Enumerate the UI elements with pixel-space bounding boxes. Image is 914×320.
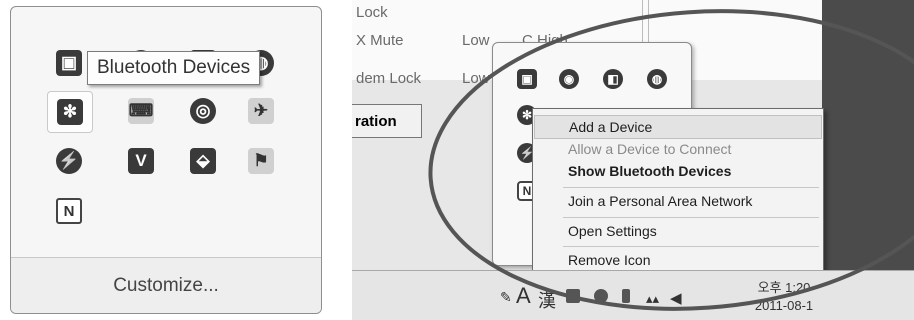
bg-low2-label: Low	[462, 70, 490, 87]
power-icon: ⚡	[56, 148, 82, 174]
wireless-icon: ◎	[190, 98, 216, 124]
clock-time: 오후 1:20	[757, 280, 811, 295]
divider	[648, 0, 649, 48]
menu-separator	[563, 217, 819, 218]
bg-ration-button: ration	[352, 104, 422, 138]
taskbar-context-view: Lock X Mute Low C High dem Lock Low rati…	[352, 0, 914, 320]
bluetooth-context-menu: Add a Device Allow a Device to Connect S…	[532, 108, 824, 274]
tray-icon-grid: ▣ ◉ ◧ ◍ ✻ ⌨ ◎ ✈ ⚡ V ⬙ ⚑ N	[11, 7, 321, 257]
bg-lock-label: Lock	[356, 4, 388, 21]
network-icon[interactable]: ▴▴	[646, 291, 659, 307]
bluetooth-tooltip: Bluetooth Devices	[87, 51, 261, 85]
join-pan-menu-item[interactable]: Join a Personal Area Network	[534, 190, 822, 212]
sync-icon[interactable]	[594, 289, 608, 303]
dark-background	[822, 0, 914, 270]
sync-icon[interactable]: ◉	[559, 69, 579, 89]
menu-separator	[563, 246, 819, 247]
security-tray-item[interactable]: V	[119, 141, 163, 181]
plane-icon: ✈	[248, 98, 274, 124]
allow-connect-menu-item[interactable]: Allow a Device to Connect	[534, 138, 822, 160]
bg-dem-lock-label: dem Lock	[356, 70, 422, 87]
keyboard-tray-item[interactable]: ⌨	[119, 91, 163, 131]
volume-icon[interactable]: ◀	[670, 289, 682, 307]
keyboard-icon: ⌨	[128, 98, 154, 124]
pdf-tray-item[interactable]: ⬙	[181, 141, 225, 181]
display-tray-item[interactable]: ▣	[47, 43, 91, 83]
ime-icon[interactable]	[566, 289, 580, 303]
bg-mute-label: X Mute	[356, 32, 404, 49]
network-icon[interactable]: ◍	[647, 69, 667, 89]
media-icon[interactable]: ◧	[603, 69, 623, 89]
flag-tray-item[interactable]: ⚑	[239, 141, 283, 181]
power-tray-item[interactable]: ⚡	[47, 141, 91, 181]
bluetooth-tray-item[interactable]: ✻	[47, 91, 93, 133]
notification-overflow-panel: ▣ ◉ ◧ ◍ ✻ ⌨ ◎ ✈ ⚡ V ⬙ ⚑ N Bluetooth Devi…	[10, 6, 322, 314]
display-icon: ▣	[56, 50, 82, 76]
flag-icon: ⚑	[248, 148, 274, 174]
hanja-indicator[interactable]: 漢	[538, 287, 556, 313]
wireless-tray-item[interactable]: ◎	[181, 91, 225, 131]
pdf-icon: ⬙	[190, 148, 216, 174]
customize-link[interactable]: Customize...	[11, 258, 321, 313]
add-device-menu-item[interactable]: Add a Device	[534, 115, 822, 139]
bluetooth-icon: ✻	[57, 99, 83, 125]
security-v-icon: V	[128, 148, 154, 174]
remove-icon-menu-item[interactable]: Remove Icon	[534, 249, 822, 271]
open-settings-menu-item[interactable]: Open Settings	[534, 220, 822, 242]
n-icon: N	[56, 198, 82, 224]
clock[interactable]: 오후 1:20 2011-08-1	[744, 279, 824, 315]
bg-low-label: Low	[462, 32, 490, 49]
battery-icon[interactable]	[622, 289, 630, 303]
menu-separator	[563, 187, 819, 188]
show-bluetooth-devices-menu-item[interactable]: Show Bluetooth Devices	[534, 160, 822, 182]
display-icon[interactable]: ▣	[517, 69, 537, 89]
plane-tray-item[interactable]: ✈	[239, 91, 283, 131]
language-indicator[interactable]: A	[516, 283, 531, 309]
taskbar: ✎ A 漢 ▴▴ ◀ 오후 1:20 2011-08-1	[352, 270, 914, 320]
clock-date: 2011-08-1	[754, 298, 814, 313]
n-tray-item[interactable]: N	[47, 191, 91, 231]
pen-icon[interactable]: ✎	[500, 289, 512, 306]
